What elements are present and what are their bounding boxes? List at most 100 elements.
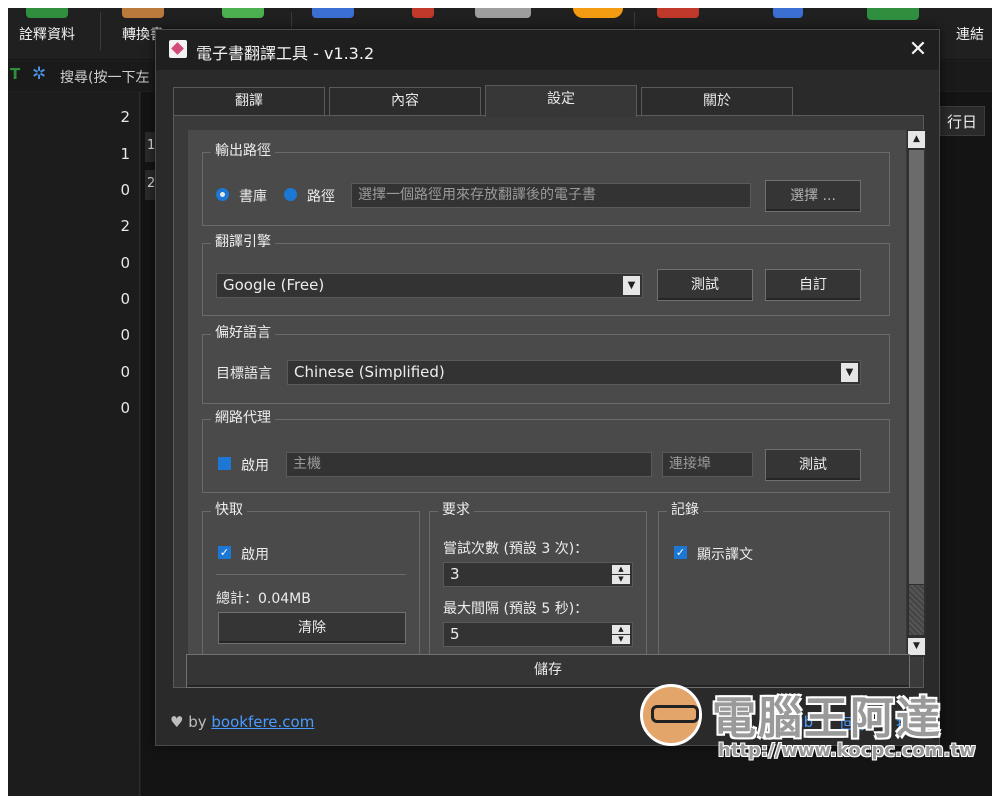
category-count: 2 — [120, 217, 130, 235]
tweak-icon — [867, 8, 919, 20]
show-translation-label: 顯示譯文 — [697, 547, 753, 563]
cache-clear-button[interactable]: 清除 — [218, 612, 406, 644]
show-translation-checkbox[interactable]: ✓ — [674, 546, 687, 559]
footer-credit: ♥ by bookfere.com — [170, 713, 314, 731]
library-radio-label: 書庫 — [239, 189, 267, 205]
settings-panel: 輸出路徑 書庫 路徑 選擇一個路徑用來存放翻譯後的電子書 選擇 ... 翻譯引擎… — [173, 115, 926, 688]
virtual-library-icon[interactable]: T — [10, 65, 20, 83]
path-radio-label: 路徑 — [307, 189, 335, 205]
max-interval-stepper[interactable]: 5 ▲ ▼ — [443, 622, 633, 647]
stepper-down-icon[interactable]: ▼ — [612, 635, 630, 644]
group-title: 偏好語言 — [211, 324, 275, 342]
toolbar-metadata-button[interactable]: 詮釋資料 — [8, 8, 86, 60]
category-count: 0 — [120, 326, 130, 344]
news-icon — [475, 8, 531, 18]
group-title: 要求 — [438, 501, 474, 519]
help-icon — [573, 8, 623, 18]
proxy-host-input[interactable]: 主機 — [286, 452, 652, 477]
group-title: 翻譯引擎 — [211, 233, 275, 251]
vertical-scrollbar[interactable]: ▲ ▼ — [907, 130, 926, 657]
cache-enable-label: 啟用 — [241, 547, 269, 563]
library-radio[interactable] — [216, 188, 229, 201]
max-interval-label: 最大間隔 (預設 5 秒)： — [443, 601, 589, 617]
tab-translate[interactable]: 翻譯 — [173, 87, 325, 115]
tab-content[interactable]: 內容 — [329, 87, 481, 115]
library-icon — [773, 8, 803, 18]
watermark-url: http://www.kocpc.com.tw — [718, 740, 976, 761]
toolbar-separator — [100, 12, 101, 50]
scrollbar-thumb[interactable] — [909, 150, 924, 584]
group-title: 網路代理 — [211, 409, 275, 427]
column-header-date[interactable]: 行日 — [940, 106, 985, 136]
stepper-up-icon[interactable]: ▲ — [612, 625, 630, 634]
watermark-text: 電腦王阿達 — [712, 693, 942, 744]
path-radio[interactable] — [284, 188, 297, 201]
engine-custom-button[interactable]: 自訂 — [765, 269, 861, 301]
group-title: 快取 — [211, 501, 247, 519]
scroll-down-icon[interactable]: ▼ — [908, 638, 925, 655]
tab-about[interactable]: 關於 — [641, 87, 793, 115]
ebook-translator-dialog: 電子書翻譯工具 - v1.3.2 ✕ 翻譯 內容 設定 關於 輸出路徑 書庫 路… — [155, 29, 940, 746]
stepper-up-icon[interactable]: ▲ — [612, 565, 630, 574]
scrollbar-track[interactable] — [909, 585, 924, 635]
proxy-test-button[interactable]: 測試 — [765, 449, 861, 481]
search-input[interactable]: 搜尋(按一下左 — [60, 67, 149, 87]
chevron-down-icon[interactable]: ▼ — [841, 363, 858, 382]
proxy-enable-checkbox[interactable] — [218, 457, 231, 470]
dialog-title: 電子書翻譯工具 - v1.3.2 — [196, 44, 375, 63]
tab-settings[interactable]: 設定 — [485, 85, 637, 117]
toolbar-connect-button[interactable]: 連結 — [956, 8, 992, 60]
target-language-label: 目標語言 — [216, 366, 272, 382]
tag-browser: 2 1 0 2 0 0 0 0 0 — [8, 92, 140, 796]
target-language-select[interactable]: Chinese (Simplified) ▼ — [287, 360, 861, 385]
category-count: 0 — [120, 181, 130, 199]
retry-count-stepper[interactable]: 3 ▲ ▼ — [443, 562, 633, 587]
scroll-up-icon[interactable]: ▲ — [908, 131, 925, 148]
divider — [216, 574, 406, 575]
output-path-group: 輸出路徑 書庫 路徑 選擇一個路徑用來存放翻譯後的電子書 選擇 ... — [202, 142, 890, 226]
max-interval-value: 5 — [450, 625, 460, 643]
proxy-port-input[interactable]: 連接埠 — [662, 452, 753, 477]
category-count: 0 — [120, 363, 130, 381]
request-group: 要求 嘗試次數 (預設 3 次)： 3 ▲ ▼ 最大間隔 (預設 5 秒)： 5… — [429, 501, 647, 657]
app-icon — [169, 40, 187, 58]
proxy-enable-label: 啟用 — [241, 458, 269, 474]
output-path-input[interactable]: 選擇一個路徑用來存放翻譯後的電子書 — [351, 183, 751, 208]
chevron-down-icon[interactable]: ▼ — [623, 276, 640, 295]
network-proxy-group: 網路代理 啟用 主機 連接埠 測試 — [202, 409, 890, 493]
retry-count-label: 嘗試次數 (預設 3 次)： — [443, 541, 589, 557]
choose-path-button[interactable]: 選擇 ... — [765, 180, 861, 212]
group-title: 輸出路徑 — [211, 142, 275, 160]
group-title: 記錄 — [667, 501, 703, 519]
close-icon[interactable]: ✕ — [904, 36, 932, 64]
cache-group: 快取 ✓ 啟用 總計：0.04MB 清除 — [202, 501, 420, 657]
stepper-down-icon[interactable]: ▼ — [612, 575, 630, 584]
cache-total-label: 總計：0.04MB — [216, 591, 311, 607]
target-language-value: Chinese (Simplified) — [294, 363, 445, 381]
watermark-mascot-icon — [640, 684, 702, 746]
view-icon — [222, 8, 264, 18]
retry-count-value: 3 — [450, 565, 460, 583]
fetch-icon — [312, 8, 354, 18]
engine-select-value: Google (Free) — [223, 276, 325, 294]
convert-icon — [122, 8, 164, 18]
footer-by-text: ♥ by — [170, 713, 212, 731]
dialog-titlebar[interactable]: 電子書翻譯工具 - v1.3.2 ✕ — [156, 30, 939, 70]
remove-icon — [412, 8, 434, 18]
category-count: 1 — [120, 145, 130, 163]
category-count: 0 — [120, 290, 130, 308]
device-icon — [657, 8, 699, 18]
translation-engine-group: 翻譯引擎 Google (Free) ▼ 測試 自訂 — [202, 233, 890, 316]
gear-icon[interactable]: ✲ — [32, 64, 46, 84]
category-count: 2 — [120, 108, 130, 126]
preferred-language-group: 偏好語言 目標語言 Chinese (Simplified) ▼ — [202, 324, 890, 404]
category-count: 0 — [120, 399, 130, 417]
log-group: 記錄 ✓ 顯示譯文 — [658, 501, 890, 657]
settings-scroll-area[interactable]: 輸出路徑 書庫 路徑 選擇一個路徑用來存放翻譯後的電子書 選擇 ... 翻譯引擎… — [188, 130, 906, 657]
category-count: 0 — [120, 254, 130, 272]
engine-select[interactable]: Google (Free) ▼ — [216, 273, 643, 298]
metadata-icon — [26, 8, 68, 18]
cache-enable-checkbox[interactable]: ✓ — [218, 546, 231, 559]
engine-test-button[interactable]: 測試 — [657, 269, 753, 301]
bookfere-link[interactable]: bookfere.com — [211, 713, 314, 731]
